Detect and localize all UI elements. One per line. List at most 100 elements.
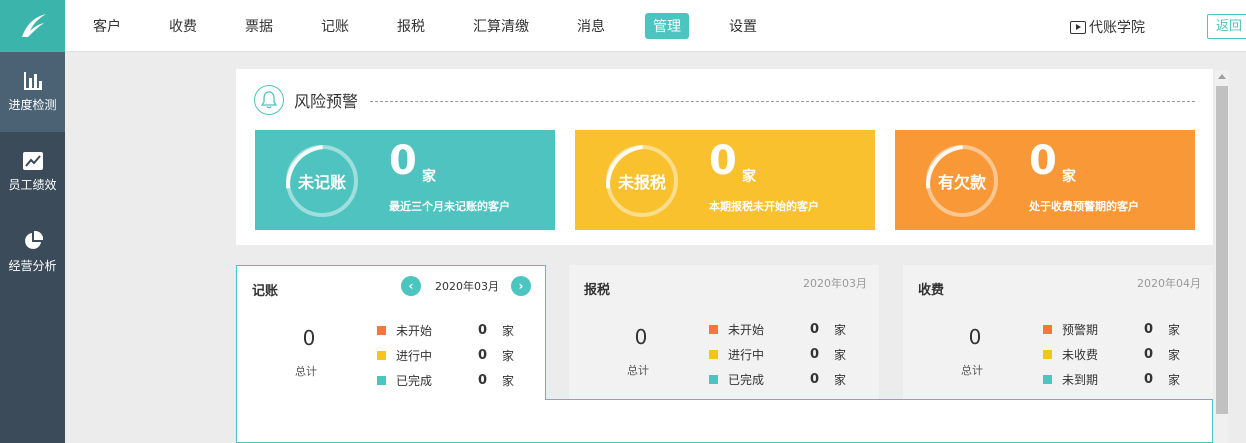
legend-value: 0: [478, 348, 488, 363]
risk-header: 风险预警: [254, 85, 358, 115]
status-legend: 预警期 0 家 未收费 0 家 未到期 0 家: [1043, 317, 1180, 392]
panel-bookkeeping[interactable]: 记账 ‹ 2020年03月 › 0 总计 未开始 0 家 进行中 0 家 已完成 0 家: [236, 265, 546, 401]
nav-item-customers[interactable]: 客户: [85, 13, 129, 39]
legend-swatch: [1043, 325, 1052, 334]
legend-label: 进行中: [728, 348, 765, 362]
legend-swatch: [377, 351, 386, 360]
tile-unit: 家: [742, 169, 756, 185]
legend-swatch: [709, 350, 718, 359]
nav-item-tax[interactable]: 报税: [389, 13, 433, 39]
legend-row: 已完成 0 家: [377, 368, 514, 393]
tile-arrears[interactable]: 有欠款 0 家 处于收费预警期的客户: [895, 130, 1195, 230]
tile-count: 0: [1029, 138, 1057, 184]
sidebar-item-progress[interactable]: 进度检测: [0, 52, 65, 132]
legend-value: 0: [810, 372, 820, 387]
legend-value: 0: [478, 373, 488, 388]
legend-value: 0: [1144, 322, 1154, 337]
legend-swatch: [377, 376, 386, 385]
nav-item-settlement[interactable]: 汇算清缴: [465, 13, 537, 39]
legend-label: 已完成: [728, 373, 765, 387]
panel-date: 2020年04月: [1137, 277, 1201, 290]
tile-ring-label: 未记账: [286, 145, 358, 217]
tile-count: 0: [709, 138, 737, 184]
legend-row: 未开始 0 家: [377, 318, 514, 343]
tile-unit: 家: [1062, 169, 1076, 185]
tile-description: 处于收费预警期的客户: [1029, 200, 1139, 213]
legend-unit: 家: [1168, 348, 1181, 362]
nav-item-fees[interactable]: 收费: [161, 13, 205, 39]
legend-unit: 家: [834, 348, 847, 362]
legend-unit: 家: [502, 349, 515, 363]
academy-label: 代账学院: [1089, 20, 1145, 36]
nav-item-settings[interactable]: 设置: [721, 13, 765, 39]
total-label: 总计: [627, 364, 649, 377]
tile-untaxed[interactable]: 未报税 0 家 本期报税未开始的客户: [575, 130, 875, 230]
panel-title: 收费: [918, 283, 945, 298]
legend-swatch: [377, 326, 386, 335]
tile-count: 0: [389, 138, 417, 184]
nav-item-messages[interactable]: 消息: [569, 13, 613, 39]
sidebar-item-label: 经营分析: [8, 258, 57, 273]
sidebar-item-label: 进度检测: [8, 97, 57, 112]
legend-row: 进行中 0 家: [709, 342, 846, 367]
total-count: 0: [634, 325, 648, 349]
nav-item-management[interactable]: 管理: [645, 13, 689, 39]
app-logo[interactable]: [0, 0, 65, 52]
legend-label: 预警期: [1062, 323, 1099, 337]
risk-title: 风险预警: [294, 92, 359, 111]
legend-unit: 家: [502, 324, 515, 338]
top-navbar: 客户 收费 票据 记账 报税 汇算清缴 消息 管理 设置 代账学院 返回: [65, 0, 1246, 52]
legend-unit: 家: [834, 323, 847, 337]
panel-title: 记账: [252, 284, 279, 299]
legend-label: 未到期: [1062, 373, 1099, 387]
pie-chart-icon: [24, 230, 43, 249]
legend-unit: 家: [1168, 323, 1181, 337]
legend-value: 0: [1144, 372, 1154, 387]
panel-date: 2020年03月: [803, 277, 867, 290]
tile-description: 本期报税未开始的客户: [709, 200, 819, 213]
tile-unit: 家: [422, 169, 436, 185]
legend-value: 0: [810, 347, 820, 362]
sidebar-item-analysis[interactable]: 经营分析: [0, 212, 65, 292]
tile-description: 最近三个月未记账的客户: [389, 200, 510, 213]
prev-month-icon[interactable]: ‹: [401, 276, 421, 296]
total-label: 总计: [295, 365, 317, 378]
wing-logo-icon: [21, 14, 46, 37]
legend-unit: 家: [502, 374, 515, 388]
sidebar-item-performance[interactable]: 员工绩效: [0, 132, 65, 212]
risk-warning-card: 风险预警 未记账 0 家 最近三个月未记账的客户 未报税 0 家 本期报税未开始…: [236, 69, 1213, 245]
academy-link[interactable]: 代账学院: [1070, 17, 1145, 37]
legend-label: 未开始: [728, 323, 765, 337]
panel-title: 报税: [584, 283, 611, 298]
bell-icon: [254, 85, 284, 115]
nav-item-bookkeeping[interactable]: 记账: [313, 13, 357, 39]
legend-row: 未收费 0 家: [1043, 342, 1180, 367]
legend-label: 已完成: [396, 374, 433, 388]
scrollbar-thumb[interactable]: [1216, 86, 1228, 414]
legend-swatch: [709, 325, 718, 334]
next-month-icon[interactable]: ›: [511, 276, 531, 296]
video-play-icon: [1070, 20, 1086, 34]
legend-value: 0: [810, 322, 820, 337]
nav-item-invoices[interactable]: 票据: [237, 13, 281, 39]
main-nav: 客户 收费 票据 记账 报税 汇算清缴 消息 管理 设置: [65, 0, 777, 52]
status-legend: 未开始 0 家 进行中 0 家 已完成 0 家: [377, 318, 514, 393]
legend-label: 进行中: [396, 349, 433, 363]
panel-fees[interactable]: 收费 2020年04月 0 总计 预警期 0 家 未收费 0 家 未到期 0 家: [903, 265, 1213, 400]
month-switcher: ‹ 2020年03月 ›: [401, 276, 531, 296]
total-count: 0: [302, 326, 316, 350]
legend-swatch: [709, 375, 718, 384]
scroll-up-icon[interactable]: [1218, 74, 1226, 79]
back-button[interactable]: 返回: [1207, 14, 1246, 39]
tile-ring-label: 未报税: [606, 145, 678, 217]
trend-chart-icon: [22, 151, 43, 170]
month-label: 2020年03月: [435, 280, 499, 293]
bar-chart-icon: [23, 71, 42, 90]
legend-label: 未收费: [1062, 348, 1099, 362]
legend-row: 已完成 0 家: [709, 367, 846, 392]
detail-area-border: [545, 399, 1213, 400]
tile-unbooked[interactable]: 未记账 0 家 最近三个月未记账的客户: [255, 130, 555, 230]
panel-tax[interactable]: 报税 2020年03月 0 总计 未开始 0 家 进行中 0 家 已完成 0 家: [569, 265, 879, 400]
sidebar-item-label: 员工绩效: [8, 177, 57, 192]
total-count: 0: [968, 325, 982, 349]
